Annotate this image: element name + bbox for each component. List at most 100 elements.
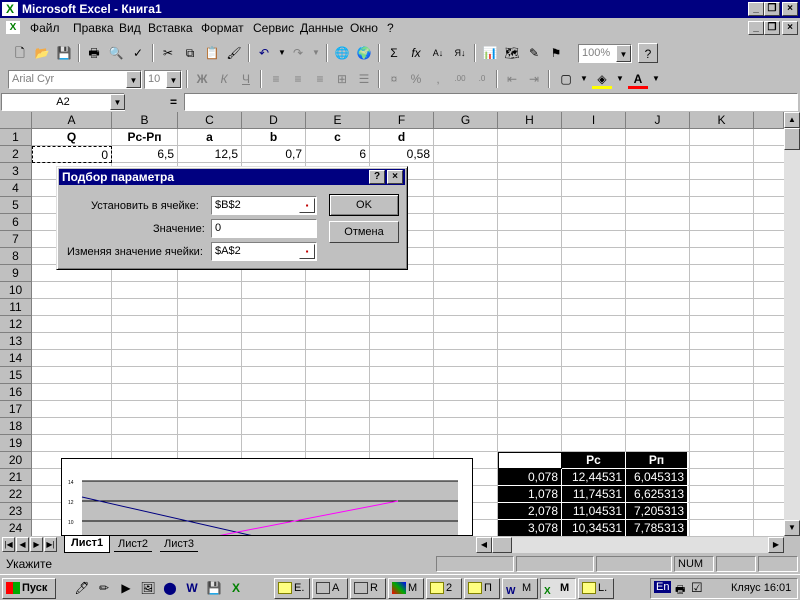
column-header-h[interactable]: H xyxy=(498,112,562,129)
row-header[interactable]: 11 xyxy=(0,299,32,316)
cell-b1[interactable]: Pc-Pп xyxy=(112,129,177,146)
close-button[interactable]: × xyxy=(782,2,798,16)
print-preview-icon[interactable]: 🔍 xyxy=(106,43,126,63)
row-header[interactable]: 16 xyxy=(0,384,32,401)
table-cell[interactable]: 1,078 xyxy=(498,486,562,503)
borders-icon[interactable]: ▢ xyxy=(556,69,576,89)
scroll-thumb[interactable] xyxy=(784,128,800,150)
font-color-icon[interactable]: A xyxy=(628,69,648,89)
sort-ascending-icon[interactable]: A↓ xyxy=(428,43,448,63)
column-header-b[interactable]: B xyxy=(112,112,178,129)
taskbar-task[interactable]: M xyxy=(388,578,424,599)
menu-view[interactable]: Вид xyxy=(119,21,141,35)
doc-minimize-button[interactable]: _ xyxy=(748,21,764,35)
table-cell[interactable]: 0,078 xyxy=(498,469,562,486)
fill-dropdown-icon[interactable]: ▼ xyxy=(610,69,630,89)
chevron-down-icon[interactable]: ▼ xyxy=(166,71,181,88)
increase-decimal-icon[interactable]: .00 xyxy=(450,69,470,89)
row-header[interactable]: 12 xyxy=(0,316,32,333)
next-sheet-icon[interactable]: ▶ xyxy=(30,537,43,552)
cell-e2[interactable]: 6 xyxy=(306,146,369,163)
menu-tools[interactable]: Сервис xyxy=(253,21,294,35)
office-assistant-icon[interactable]: ⚑ xyxy=(546,43,566,63)
currency-icon[interactable]: ¤ xyxy=(384,69,404,89)
collapse-dialog-icon[interactable]: ▪ xyxy=(299,244,315,259)
set-cell-input[interactable]: $B$2 ▪ xyxy=(211,196,317,215)
scroll-down-icon[interactable]: ▼ xyxy=(784,520,800,536)
row-header[interactable]: 1 xyxy=(0,129,32,146)
row-header[interactable]: 14 xyxy=(0,350,32,367)
quicklaunch-word-icon[interactable]: W xyxy=(182,578,202,598)
column-header-f[interactable]: F xyxy=(370,112,434,129)
sheet-tab-2[interactable]: Лист2 xyxy=(114,537,153,552)
horizontal-scrollbar[interactable]: ◀ ▶ xyxy=(476,537,784,553)
redo-icon[interactable]: ↷ xyxy=(288,43,308,63)
doc-close-button[interactable]: × xyxy=(782,21,798,35)
font-size-select[interactable]: 10 ▼ xyxy=(144,70,182,89)
cancel-button[interactable]: Отмена xyxy=(329,221,399,243)
font-select[interactable]: Arial Cyr ▼ xyxy=(8,70,142,89)
table-cell[interactable]: 12,44531 xyxy=(562,469,626,486)
quicklaunch-excel-icon[interactable]: X xyxy=(226,578,246,598)
select-all-corner[interactable] xyxy=(0,112,32,129)
table-cell[interactable]: 7,785313 xyxy=(626,520,688,536)
chart-wizard-icon[interactable]: 📊 xyxy=(480,43,500,63)
table-cell[interactable]: 6,625313 xyxy=(626,486,688,503)
column-header-d[interactable]: D xyxy=(242,112,306,129)
embedded-chart[interactable]: 14 12 10 xyxy=(61,458,473,536)
table-cell[interactable]: 6,045313 xyxy=(626,469,688,486)
paste-icon[interactable]: 📋 xyxy=(202,43,222,63)
dialog-close-button[interactable]: × xyxy=(387,170,403,184)
table-cell[interactable]: 7,205313 xyxy=(626,503,688,520)
formula-equals[interactable]: = xyxy=(170,95,177,109)
column-header-a[interactable]: A xyxy=(32,112,112,129)
formula-input[interactable] xyxy=(184,93,798,111)
decrease-decimal-icon[interactable]: .0 xyxy=(472,69,492,89)
menu-help[interactable]: ? xyxy=(387,21,394,35)
collapse-dialog-icon[interactable]: ▪ xyxy=(299,198,315,213)
cell-c1[interactable]: a xyxy=(178,129,241,146)
row-header[interactable]: 3 xyxy=(0,163,32,180)
row-header[interactable]: 24 xyxy=(0,520,32,536)
column-header-j[interactable]: J xyxy=(626,112,690,129)
format-painter-icon[interactable]: 🖌 xyxy=(224,43,244,63)
row-header[interactable]: 4 xyxy=(0,180,32,197)
table-cell[interactable]: 11,74531 xyxy=(562,486,626,503)
column-header-g[interactable]: G xyxy=(434,112,498,129)
column-header-partial[interactable] xyxy=(754,112,784,129)
quicklaunch-icon[interactable]: ⬤ xyxy=(160,578,180,598)
row-header[interactable]: 15 xyxy=(0,367,32,384)
sheet-tab-3[interactable]: Лист3 xyxy=(160,537,199,552)
drawing-icon[interactable]: ✎ xyxy=(524,43,544,63)
cell-b2[interactable]: 6,5 xyxy=(112,146,177,163)
row-header[interactable]: 5 xyxy=(0,197,32,214)
scroll-left-icon[interactable]: ◀ xyxy=(476,537,492,553)
start-button[interactable]: Пуск xyxy=(2,578,56,599)
vertical-scrollbar[interactable]: ▲ ▼ xyxy=(784,112,800,536)
italic-button[interactable]: К xyxy=(214,69,234,89)
changing-cell-input[interactable]: $A$2 ▪ xyxy=(211,242,317,261)
row-header[interactable]: 21 xyxy=(0,469,32,486)
taskbar-task[interactable]: 2 xyxy=(426,578,462,599)
sheet-tab-1[interactable]: Лист1 xyxy=(64,536,111,553)
minimize-button[interactable]: _ xyxy=(748,2,764,16)
autosum-icon[interactable]: Σ xyxy=(384,43,404,63)
menu-format[interactable]: Формат xyxy=(201,21,244,35)
dialog-help-button[interactable]: ? xyxy=(369,170,385,184)
align-right-icon[interactable]: ≡ xyxy=(310,69,330,89)
save-icon[interactable]: 💾 xyxy=(54,43,74,63)
spelling-icon[interactable]: ✓ xyxy=(128,43,148,63)
decrease-indent-icon[interactable]: ⇤ xyxy=(502,69,522,89)
chevron-down-icon[interactable]: ▼ xyxy=(110,94,125,110)
new-icon[interactable]: 🗋 xyxy=(10,43,30,63)
menu-file[interactable]: Файл xyxy=(30,21,60,35)
cell-d1[interactable]: b xyxy=(242,129,305,146)
ok-button[interactable]: OK xyxy=(329,194,399,216)
chevron-down-icon[interactable]: ▼ xyxy=(616,45,631,62)
function-icon[interactable]: fx xyxy=(406,43,426,63)
comma-button[interactable]: , xyxy=(428,69,448,89)
table-cell[interactable]: 2,078 xyxy=(498,503,562,520)
menu-data[interactable]: Данные xyxy=(300,21,343,35)
row-header[interactable]: 7 xyxy=(0,231,32,248)
quicklaunch-icon[interactable]: ▶ xyxy=(116,578,136,598)
